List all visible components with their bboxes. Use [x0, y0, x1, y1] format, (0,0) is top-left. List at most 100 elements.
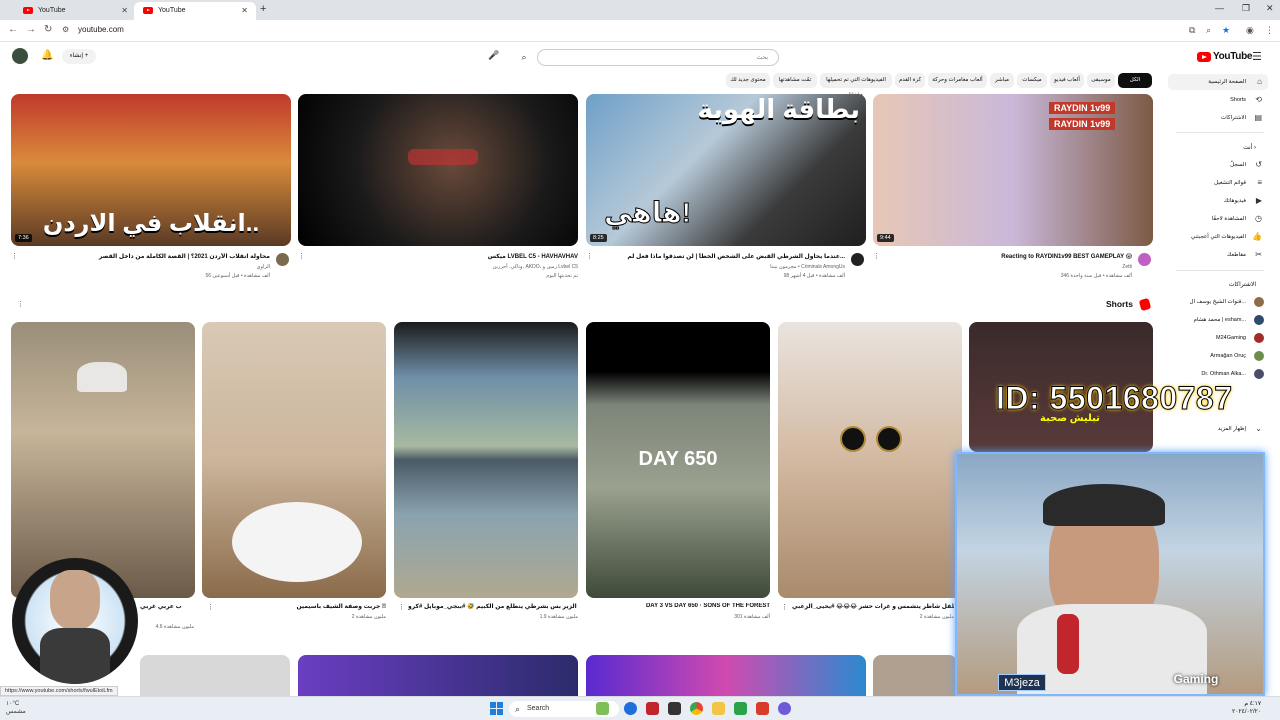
hamburger-menu-icon[interactable]: ☰ — [1252, 50, 1262, 63]
maximize-icon[interactable]: ❐ — [1242, 3, 1250, 14]
voice-search-mic-icon[interactable]: 🎤 — [487, 50, 501, 64]
sidebar-item-playlists[interactable]: قوائم التشغيل ≡ — [1168, 175, 1268, 191]
chip[interactable]: ألعاب فيديو — [1050, 73, 1084, 88]
short-thumbnail[interactable] — [394, 322, 578, 598]
search-input[interactable] — [537, 49, 779, 66]
video-title[interactable]: ميكس LVBEL C5 - HAVHAVHAV — [310, 253, 578, 260]
chip[interactable]: كرة القدم — [895, 73, 925, 88]
sidebar-item-clips[interactable]: مقاطعك ✂ — [1168, 247, 1268, 263]
create-button[interactable]: إنشاء + — [62, 49, 96, 64]
channel-name[interactable]: Zetti — [884, 264, 1132, 270]
sidebar-item-your-videos[interactable]: فيديوهاتك ▶ — [1168, 193, 1268, 209]
sidebar-item-subscriptions[interactable]: الاشتراكات ▤ — [1168, 110, 1268, 126]
more-actions-icon[interactable]: ⋮ — [781, 603, 788, 611]
channel-avatar[interactable] — [851, 253, 864, 266]
short-thumbnail[interactable]: DAY 650 — [586, 322, 770, 598]
sidebar-show-more[interactable]: إظهار المزيد ⌄ — [1168, 421, 1268, 437]
bookmark-star-icon[interactable]: ★ — [1222, 25, 1232, 35]
zoom-icon[interactable]: ⌕ — [1206, 25, 1216, 35]
back-icon[interactable]: ← — [8, 24, 18, 35]
taskbar-app-icon[interactable] — [596, 702, 609, 715]
channel-name[interactable]: وتاكي، أحرزين، AKDO، رمين و Lvbel C5 — [310, 264, 578, 270]
short-title[interactable]: DAY 3 VS DAY 650 · SONS OF THE FOREST — [600, 603, 770, 609]
sidebar-item-history[interactable]: السجلّ ↺ — [1168, 157, 1268, 173]
channel-name[interactable]: الزاوي — [22, 264, 270, 270]
short-thumbnail[interactable] — [202, 322, 386, 598]
close-tab-icon[interactable]: ✕ — [241, 2, 248, 20]
channel-avatar[interactable] — [1138, 253, 1151, 266]
youtube-logo[interactable]: YouTube — [1197, 50, 1253, 64]
short-thumbnail[interactable] — [11, 322, 195, 598]
video-title[interactable]: Reacting to RAYDIN1v99 BEST GAMEPLAY 😱 — [884, 253, 1132, 260]
sidebar-item-shorts[interactable]: Shorts ⟲ — [1168, 92, 1268, 108]
video-thumbnail[interactable] — [873, 655, 957, 696]
browser-tab-active[interactable]: YouTube ✕ — [134, 2, 256, 20]
url-field[interactable]: youtube.com — [78, 25, 124, 34]
more-actions-icon[interactable]: ⋮ — [298, 252, 305, 260]
video-thumbnail[interactable] — [586, 655, 866, 696]
browser-tab[interactable]: YouTube ✕ — [14, 2, 136, 20]
video-title[interactable]: عندما يحاول الشرطي القبض على الشخص الخطأ… — [597, 253, 845, 260]
video-thumbnail[interactable]: بطاقة الهوية هاهي! 8:25 — [586, 94, 866, 246]
sidebar-item-channel[interactable]: محمد هشام | esham... — [1168, 312, 1268, 328]
chip[interactable]: موسيقى — [1087, 73, 1115, 88]
edge-icon[interactable] — [624, 702, 637, 715]
chip[interactable]: ميكسات — [1017, 73, 1047, 88]
notifications-bell-icon[interactable]: 🔔 — [41, 50, 53, 61]
close-tab-icon[interactable]: ✕ — [121, 2, 128, 20]
more-actions-icon[interactable]: ⋮ — [11, 252, 18, 260]
taskbar-app-icon[interactable] — [646, 702, 659, 715]
chip[interactable]: مباشر — [990, 73, 1014, 88]
sidebar-item-channel[interactable]: M24Gaming — [1168, 330, 1268, 346]
sidebar-item-channel[interactable]: Armağan Oruç — [1168, 348, 1268, 364]
taskbar-app-icon[interactable] — [668, 702, 681, 715]
video-thumbnail[interactable]: انقلاب في الاردن.. 7:36 — [11, 94, 291, 246]
video-thumbnail[interactable] — [140, 655, 290, 696]
more-actions-icon[interactable]: ⋮ — [398, 603, 405, 611]
taskbar-clock[interactable]: ٤:١٧ م ٢٠٢٤/٠٢/٢٠ — [1232, 700, 1261, 716]
windows-start-icon[interactable] — [490, 702, 503, 715]
chip[interactable]: الفيديوهات التي تم تحميلها مؤخرًا — [820, 73, 892, 98]
minimize-icon[interactable]: — — [1215, 3, 1224, 13]
close-window-icon[interactable]: ✕ — [1266, 3, 1274, 14]
video-thumbnail[interactable] — [298, 94, 578, 246]
taskbar-app-icon[interactable] — [756, 702, 769, 715]
site-info-icon[interactable]: ⚙ — [62, 25, 69, 34]
install-app-icon[interactable]: ⧉ — [1189, 25, 1199, 35]
account-avatar[interactable] — [12, 48, 28, 64]
shorts-menu-icon[interactable]: ⋮ — [17, 300, 24, 308]
chip[interactable]: تمّت مشاهدتها — [773, 73, 817, 88]
forward-icon[interactable]: → — [26, 24, 36, 35]
weather-widget[interactable]: ١٠°C مشمس — [6, 700, 26, 716]
menu-kebab-icon[interactable]: ⋮ — [1265, 25, 1275, 35]
channel-name[interactable]: مجرمون بيننا • Criminals AmongUs — [597, 264, 845, 270]
new-tab-icon[interactable]: + — [260, 3, 266, 15]
chip[interactable]: محتوى جديد لك — [726, 73, 770, 88]
chrome-icon[interactable] — [690, 702, 703, 715]
short-title[interactable]: أنيق الزير بس بشرطي ينطلع من الكبيم 🤣 #ب… — [408, 603, 578, 610]
sidebar-item-watch-later[interactable]: المشاهدة لاحقًا ◷ — [1168, 211, 1268, 227]
sidebar-item-channel[interactable]: قنوات الشيخ يوسف ال... — [1168, 294, 1268, 310]
short-thumbnail[interactable] — [778, 322, 962, 598]
video-thumbnail[interactable] — [298, 655, 578, 696]
taskbar-app-icon[interactable] — [778, 702, 791, 715]
taskbar-app-icon[interactable] — [734, 702, 747, 715]
more-actions-icon[interactable]: ⋮ — [873, 252, 880, 260]
chip[interactable]: ألعاب مغامرات وحركة — [928, 73, 987, 88]
search-button[interactable]: ⌕ — [513, 49, 535, 66]
chip-all[interactable]: الكل — [1118, 73, 1152, 88]
reload-icon[interactable]: ↻ — [44, 24, 52, 35]
file-explorer-icon[interactable] — [712, 702, 725, 715]
profile-icon[interactable]: ◉ — [1246, 25, 1256, 35]
sidebar-item-liked[interactable]: الفيديوهات التي أعجبتني 👍 — [1168, 229, 1268, 245]
short-title[interactable]: جربت وصفة الشيف باسيمين !! — [218, 603, 386, 610]
video-title[interactable]: محاولة انقلاب الأردن 2021؟ | القصة الكام… — [22, 253, 270, 260]
video-thumbnail[interactable]: RAYDIN 1v99 RAYDIN 1v99 9:44 — [873, 94, 1153, 246]
short-title[interactable]: طفل شاطر يتشمس و غرات حشر 😂😂😂 #يحيى_الزع… — [792, 603, 954, 610]
sidebar-item-home[interactable]: الصفحة الرئيسية ⌂ — [1168, 74, 1268, 90]
sidebar-section-you[interactable]: أنت › — [1168, 144, 1262, 151]
short-title[interactable]: شاب عربي غربي 😂😂 comedy# #الضراب# — [140, 603, 182, 610]
more-actions-icon[interactable]: ⋮ — [586, 252, 593, 260]
more-actions-icon[interactable]: ⋮ — [207, 603, 214, 611]
channel-avatar[interactable] — [276, 253, 289, 266]
